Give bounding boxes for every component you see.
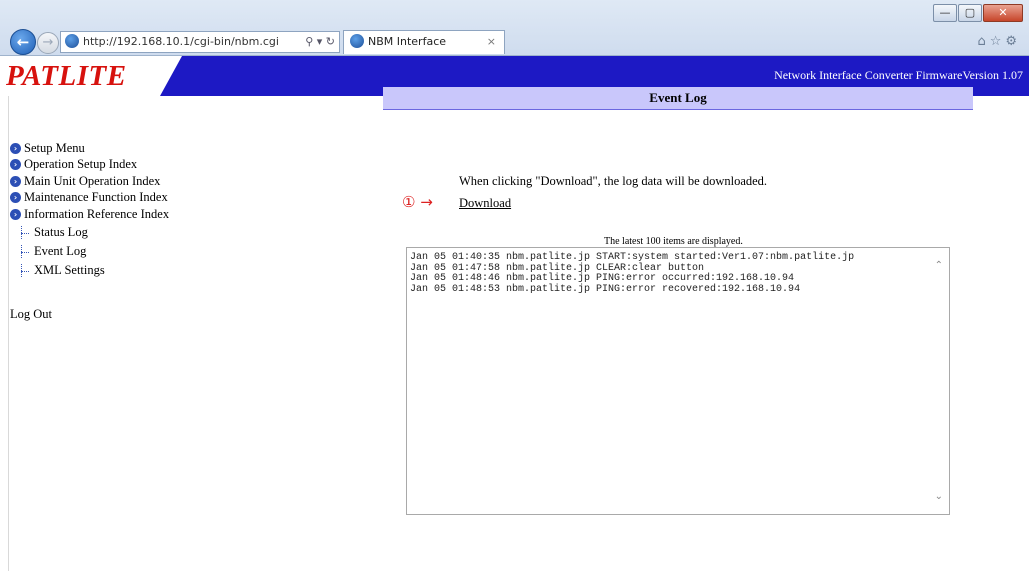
sidebar-subitem-label: Event Log — [34, 243, 87, 258]
sidebar-item-label: Information Reference Index — [24, 206, 170, 221]
sidebar-item-label: Setup Menu — [24, 140, 85, 155]
sidebar-item-label: Operation Setup Index — [24, 157, 138, 172]
browser-tab[interactable]: NBM Interface Converter × — [343, 30, 505, 70]
arrow-right-icon: › — [10, 192, 21, 204]
scroll-up-icon[interactable]: ⌃ — [935, 260, 943, 271]
step-marker: ① → — [402, 193, 433, 211]
close-window-button[interactable]: ✕ — [983, 4, 1023, 22]
window-controls: — ▢ ✕ — [932, 4, 1023, 22]
tree-branch-icon — [19, 244, 31, 258]
page-title: Event Log — [383, 87, 973, 110]
tab-close-icon[interactable]: × — [487, 31, 496, 53]
frame-divider — [8, 96, 9, 571]
header-title: Network Interface Converter FirmwareVers… — [774, 68, 1023, 82]
event-log-lines: Jan 05 01:40:35 nbm.patlite.jp START:sys… — [410, 252, 855, 295]
tree-branch-icon — [19, 263, 31, 277]
sidebar-item-main-unit-operation[interactable]: › Main Unit Operation Index — [10, 173, 250, 190]
scroll-down-icon[interactable]: ⌄ — [935, 491, 943, 502]
download-link[interactable]: Download — [459, 196, 511, 211]
arrow-right-icon: › — [10, 159, 21, 171]
home-favorites-settings-icons[interactable]: ⌂☆⚙ — [977, 34, 1021, 49]
sidebar-subitem-xml-settings[interactable]: XML Settings — [10, 261, 250, 280]
sidebar-item-maintenance-function[interactable]: › Maintenance Function Index — [10, 190, 250, 207]
sidebar-item-setup-menu[interactable]: › Setup Menu — [10, 140, 250, 157]
sidebar-item-label: Maintenance Function Index — [24, 190, 168, 205]
maximize-button[interactable]: ▢ — [958, 4, 982, 22]
sidebar-item-information-reference[interactable]: › Information Reference Index — [10, 206, 250, 223]
sidebar-subitem-event-log[interactable]: Event Log — [10, 242, 250, 261]
patlite-logo: PATLITE — [6, 60, 127, 92]
tab-globe-icon — [350, 34, 364, 48]
address-bar[interactable]: http://192.168.10.1/cgi-bin/nbm.cgi ⚲ ▾ … — [60, 31, 340, 53]
arrow-right-icon: › — [10, 142, 21, 154]
browser-chrome: — ▢ ✕ ← → http://192.168.10.1/cgi-bin/nb… — [0, 0, 1029, 70]
sidebar-subitem-status-log[interactable]: Status Log — [10, 223, 250, 242]
event-log-textarea[interactable]: Jan 05 01:40:35 nbm.patlite.jp START:sys… — [406, 247, 950, 515]
arrow-right-icon: › — [10, 208, 21, 220]
sidebar-subitem-label: Status Log — [34, 224, 88, 239]
arrow-right-icon: › — [10, 175, 21, 187]
address-url: http://192.168.10.1/cgi-bin/nbm.cgi — [83, 35, 279, 48]
download-instructions: When clicking "Download", the log data w… — [459, 174, 768, 188]
forward-arrow-icon[interactable]: → — [37, 32, 59, 54]
sidebar-nav: › Setup Menu › Operation Setup Index › M… — [10, 140, 250, 280]
log-caption: The latest 100 items are displayed. — [604, 236, 743, 247]
search-refresh-icon[interactable]: ⚲ ▾ ↻ — [305, 32, 335, 52]
sidebar-subitem-label: XML Settings — [34, 262, 105, 277]
sidebar-item-operation-setup[interactable]: › Operation Setup Index — [10, 157, 250, 174]
site-globe-icon — [65, 34, 79, 48]
minimize-button[interactable]: — — [933, 4, 957, 22]
tree-branch-icon — [19, 225, 31, 239]
logout-link[interactable]: Log Out — [10, 307, 52, 322]
sidebar-item-label: Main Unit Operation Index — [24, 173, 161, 188]
back-arrow-icon[interactable]: ← — [10, 29, 36, 55]
